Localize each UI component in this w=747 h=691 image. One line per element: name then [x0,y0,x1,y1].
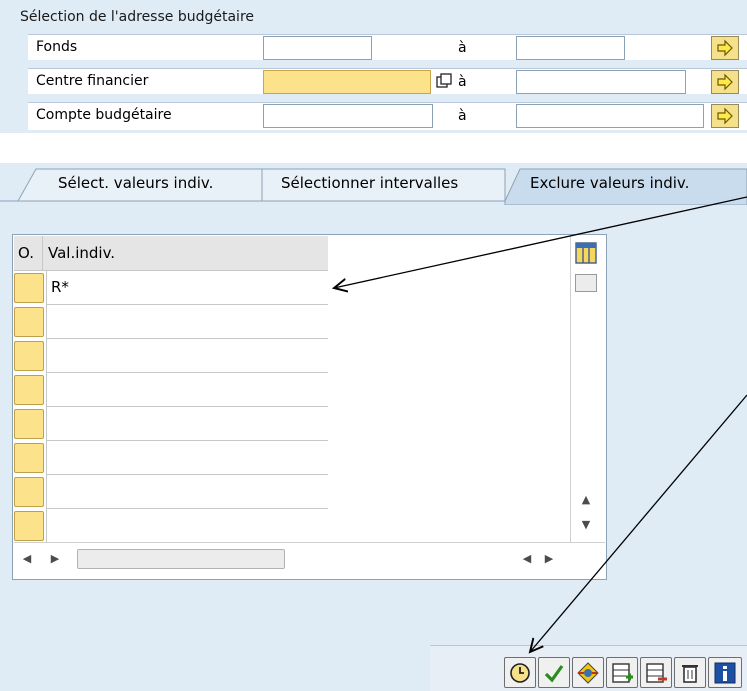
row-select-button[interactable] [14,443,44,473]
scroll-right-icon[interactable]: ▶ [48,552,62,565]
info-button[interactable] [708,657,742,688]
to-label-compte-budgetaire: à [458,108,467,124]
delete-all-button[interactable] [674,657,706,688]
row-select-button[interactable] [14,511,44,541]
row-label-centre-financier: Centre financier [36,73,149,89]
scroll-up-icon[interactable]: ▲ [577,493,595,506]
fonds-from-input[interactable] [263,36,372,60]
table-row[interactable] [46,407,328,441]
fonds-multiple-selection-button[interactable] [711,36,739,60]
table-row[interactable] [46,475,328,509]
scroll-down-icon[interactable]: ▼ [577,518,595,531]
clock-button[interactable] [504,657,536,688]
to-label-fonds: à [458,40,467,56]
tab-ranges[interactable]: Sélectionner intervalles [281,168,458,198]
tab-exclude-single-values[interactable]: Exclure valeurs indiv. [530,168,689,198]
centre-financier-from-input[interactable] [263,70,431,94]
multi-select-icon [577,662,599,684]
row-select-button[interactable] [14,477,44,507]
confirm-button[interactable] [538,657,570,688]
clock-icon [510,663,530,683]
delete-row-icon [646,663,667,683]
panel-gap [0,133,747,163]
centre-financier-to-input[interactable] [516,70,686,94]
row-select-button[interactable] [14,273,44,303]
insert-row-icon [612,663,633,683]
scroll-left-icon-right-pane[interactable]: ◀ [520,552,534,565]
horizontal-scrollbar-thumb[interactable] [77,549,285,569]
table-row[interactable]: R* [46,271,328,305]
compte-budgetaire-multiple-selection-button[interactable] [711,104,739,128]
column-header-option[interactable]: O. [18,236,34,270]
arrow-right-icon [717,39,733,57]
delete-row-button[interactable] [640,657,672,688]
check-icon [544,665,564,683]
row-label-compte-budgetaire: Compte budgétaire [36,107,172,123]
row-select-button[interactable] [14,307,44,337]
table-row[interactable] [46,339,328,373]
table-row[interactable] [46,441,328,475]
compte-budgetaire-to-input[interactable] [516,104,704,128]
row-select-button[interactable] [14,409,44,439]
selection-panel-title: Sélection de l'adresse budgétaire [0,6,747,28]
value-help-icon[interactable] [436,73,452,89]
multi-select-button[interactable] [572,657,604,688]
compte-budgetaire-from-input[interactable] [263,104,433,128]
centre-financier-multiple-selection-button[interactable] [711,70,739,94]
to-label-centre-financier: à [458,74,467,90]
info-icon [714,662,736,684]
fonds-to-input[interactable] [516,36,625,60]
row-label-fonds: Fonds [36,39,78,55]
column-header-value[interactable]: Val.indiv. [48,236,115,270]
table-row[interactable] [46,305,328,339]
arrow-right-icon [717,107,733,125]
row-select-button[interactable] [14,341,44,371]
tab-single-values[interactable]: Sélect. valeurs indiv. [58,168,213,198]
scroll-left-icon[interactable]: ◀ [20,552,34,565]
selection-row-fonds: Fonds [28,34,747,60]
scroll-right-icon-right-pane[interactable]: ▶ [542,552,556,565]
table-header: O. Val.indiv. [14,236,328,271]
arrow-right-icon [717,73,733,91]
insert-row-button[interactable] [606,657,638,688]
trash-icon [682,665,698,683]
column-settings-icon[interactable] [575,242,597,264]
table-row[interactable] [46,509,328,543]
scrollbar-thumb[interactable] [575,274,597,292]
row-select-button[interactable] [14,375,44,405]
table-row[interactable] [46,373,328,407]
